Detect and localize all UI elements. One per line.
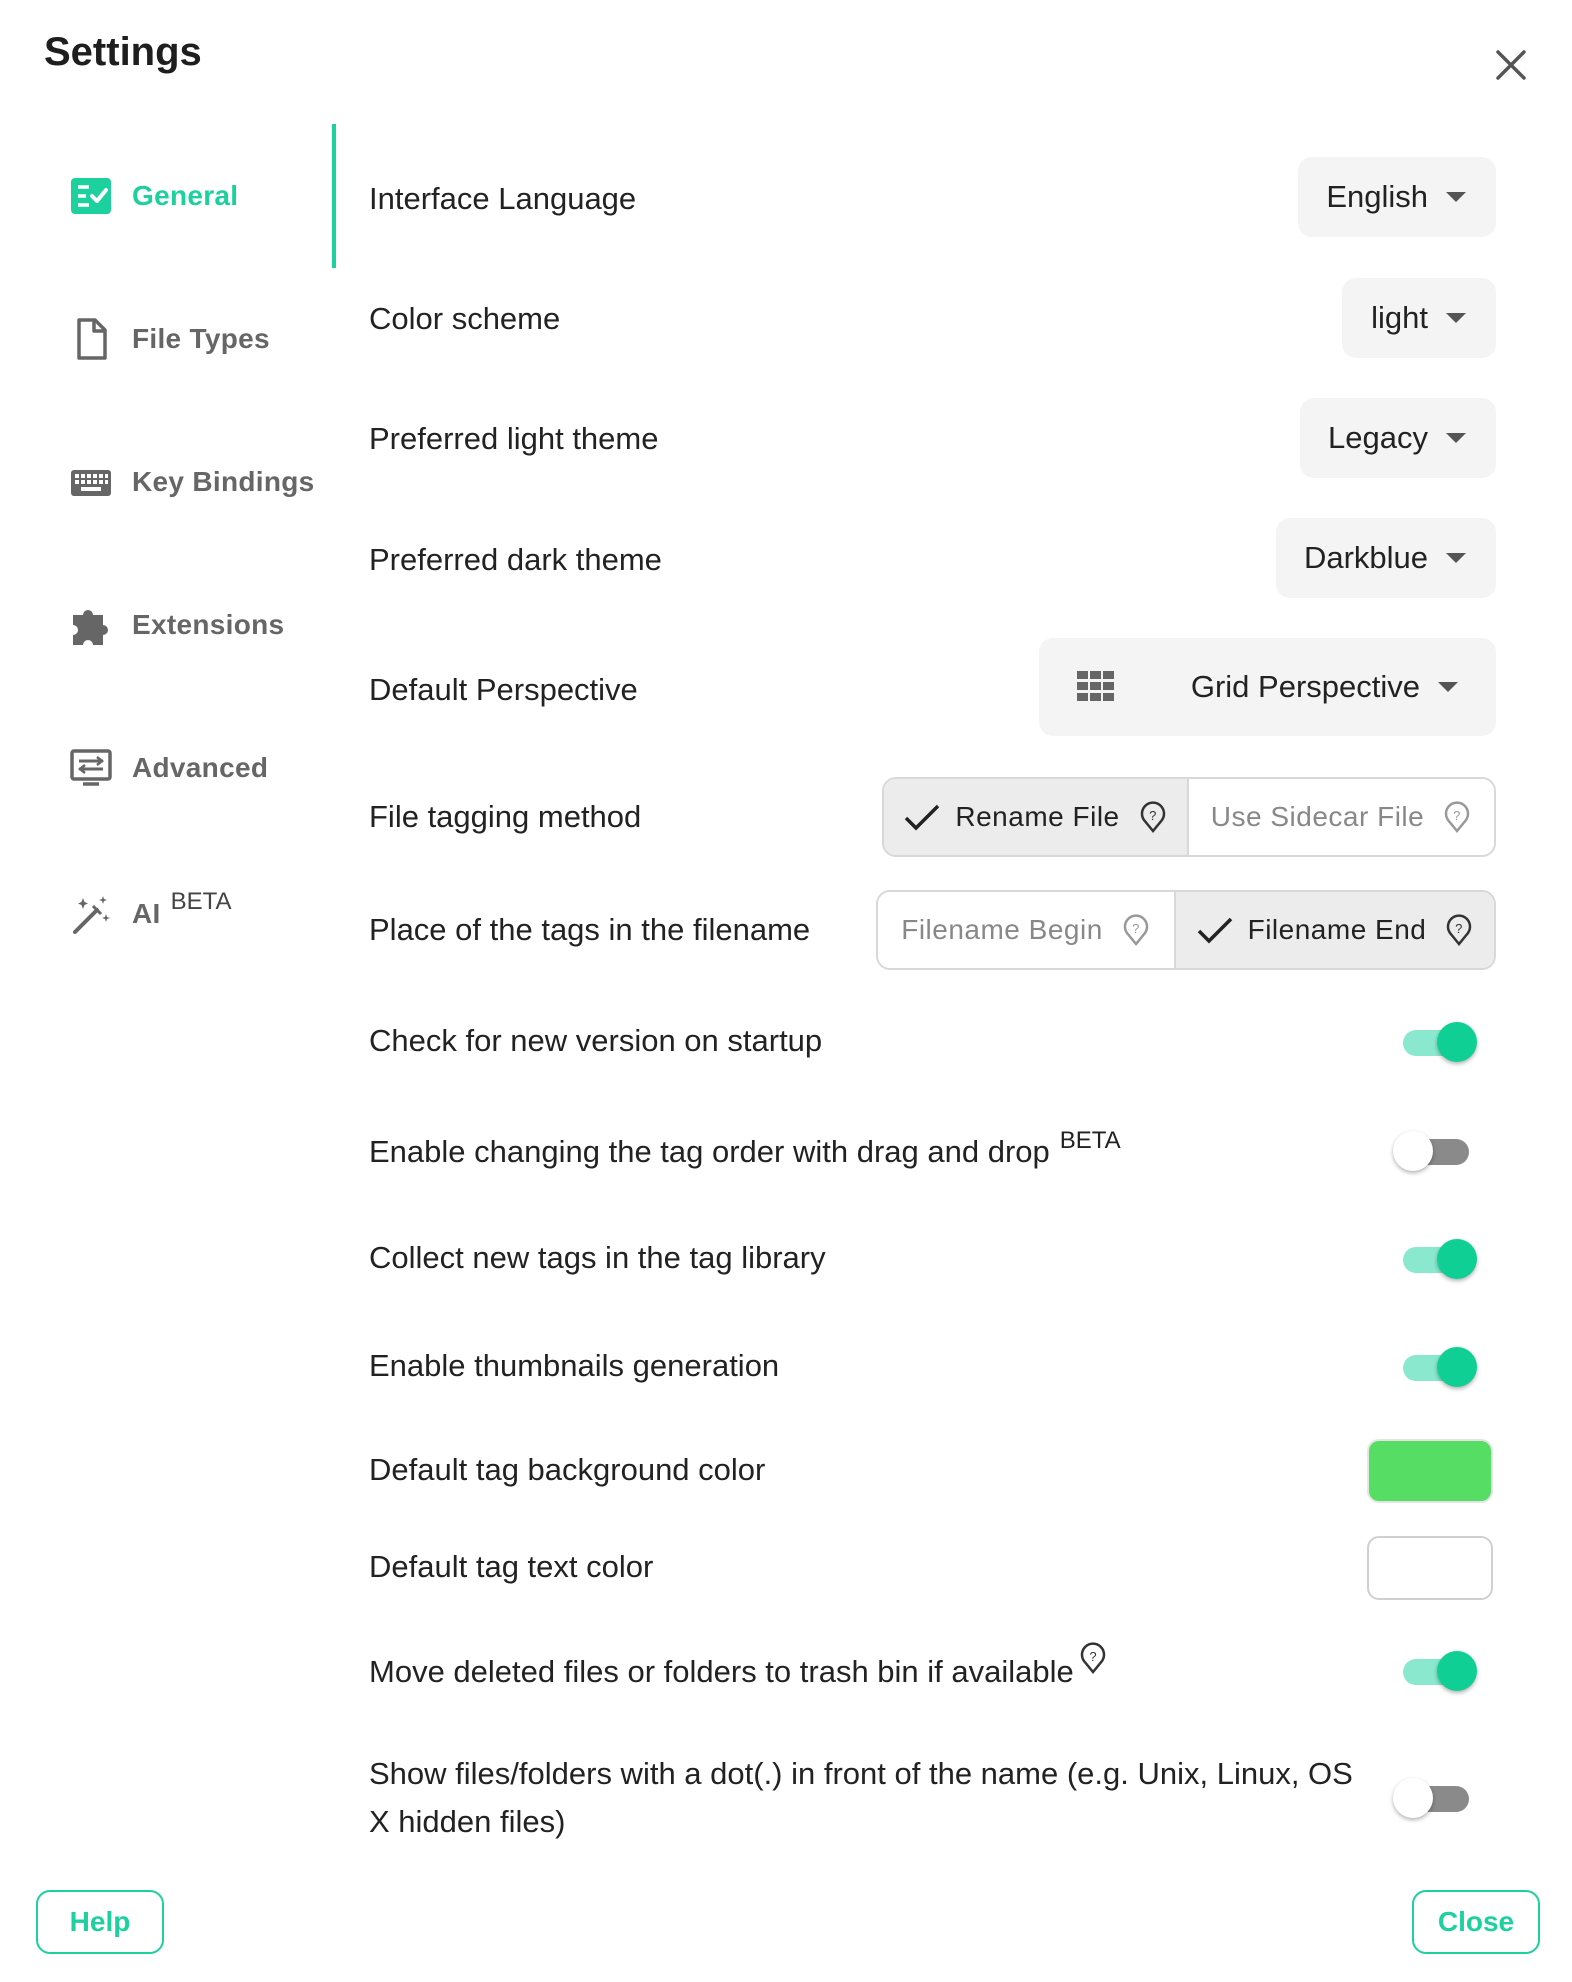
- select-value: light: [1371, 300, 1428, 335]
- thumbnails-label: Enable thumbnails generation: [369, 1348, 780, 1383]
- svg-text:?: ?: [1132, 921, 1140, 936]
- sidebar-item-key-bindings[interactable]: Key Bindings: [68, 452, 315, 512]
- svg-text:?: ?: [1456, 921, 1464, 936]
- thumbnails-switch[interactable]: [1401, 1341, 1477, 1393]
- tag-text-color-label: Default tag text color: [369, 1549, 654, 1584]
- help-pin-icon[interactable]: ?: [1442, 801, 1472, 833]
- close-icon[interactable]: [1486, 40, 1536, 90]
- check-new-version-label: Check for new version on startup: [369, 1023, 823, 1058]
- sidebar-item-extensions[interactable]: Extensions: [68, 595, 284, 655]
- switch-thumb: [1393, 1131, 1433, 1171]
- switch-thumb: [1393, 1778, 1433, 1818]
- hidden-files-label: Show files/folders with a dot(.) in fron…: [369, 1756, 1353, 1839]
- sidebar-item-ai[interactable]: AI BETA: [68, 884, 232, 944]
- trash-bin-label: Move deleted files or folders to trash b…: [369, 1642, 1108, 1696]
- use-sidecar-file-option[interactable]: Use Sidecar File ?: [1189, 779, 1494, 855]
- chevron-down-icon: [1438, 682, 1458, 692]
- drag-drop-tag-order-switch[interactable]: [1393, 1125, 1473, 1177]
- sidebar-item-label: File Types: [132, 323, 270, 354]
- switch-thumb: [1437, 1347, 1477, 1387]
- option-label: Use Sidecar File: [1210, 801, 1425, 832]
- chevron-down-icon: [1446, 313, 1466, 323]
- advanced-settings-icon: [68, 745, 114, 791]
- dialog-title: Settings: [44, 30, 202, 74]
- close-button[interactable]: Close: [1412, 1890, 1540, 1954]
- tag-bg-color-swatch[interactable]: [1367, 1439, 1493, 1503]
- sidebar-item-label: Advanced: [132, 752, 269, 783]
- default-perspective-label: Default Perspective: [369, 672, 638, 707]
- select-value: Darkblue: [1303, 540, 1428, 575]
- sidebar-item-label: General: [132, 180, 239, 211]
- beta-badge: BETA: [170, 888, 232, 915]
- color-scheme-select[interactable]: light: [1342, 278, 1496, 358]
- puzzle-icon: [68, 602, 114, 648]
- general-checklist-icon: [68, 173, 114, 219]
- light-theme-label: Preferred light theme: [369, 421, 659, 456]
- tag-bg-color-label: Default tag background color: [369, 1452, 766, 1487]
- svg-text:?: ?: [1089, 1649, 1096, 1664]
- magic-wand-icon: [68, 891, 114, 937]
- collect-new-tags-label: Collect new tags in the tag library: [369, 1240, 826, 1275]
- check-new-version-switch[interactable]: [1401, 1016, 1477, 1068]
- default-perspective-select[interactable]: Grid Perspective: [1039, 638, 1496, 736]
- option-label: Rename File: [955, 801, 1120, 832]
- chevron-down-icon: [1446, 433, 1466, 443]
- tagging-method-toggle: Rename File ? Use Sidecar File ?: [882, 777, 1496, 857]
- sidebar-item-general[interactable]: General: [68, 166, 238, 226]
- chevron-down-icon: [1446, 553, 1466, 563]
- switch-thumb: [1437, 1239, 1477, 1279]
- help-button[interactable]: Help: [36, 1890, 164, 1954]
- sidebar-item-label: AI: [132, 898, 161, 929]
- beta-badge: BETA: [1059, 1127, 1121, 1154]
- tag-placement-toggle: Filename Begin ? Filename End ?: [876, 890, 1496, 970]
- chevron-down-icon: [1446, 192, 1466, 202]
- keyboard-icon: [68, 459, 114, 505]
- tagging-method-label: File tagging method: [369, 799, 642, 834]
- dark-theme-select[interactable]: Darkblue: [1276, 518, 1496, 598]
- dark-theme-label: Preferred dark theme: [369, 542, 662, 577]
- label-text: Move deleted files or folders to trash b…: [369, 1654, 1074, 1689]
- sidebar-item-label: Key Bindings: [132, 466, 315, 497]
- filename-begin-option[interactable]: Filename Begin ?: [878, 892, 1174, 968]
- select-value: Grid Perspective: [1190, 669, 1420, 704]
- tag-placement-label: Place of the tags in the filename: [369, 912, 811, 947]
- light-theme-select[interactable]: Legacy: [1300, 398, 1496, 478]
- tag-text-color-swatch[interactable]: [1367, 1536, 1493, 1600]
- sidebar-item-label: Extensions: [132, 609, 285, 640]
- svg-text:?: ?: [1453, 808, 1461, 823]
- help-pin-icon[interactable]: ?: [1138, 801, 1168, 833]
- select-value: English: [1326, 179, 1428, 214]
- help-pin-icon[interactable]: ?: [1078, 1642, 1108, 1674]
- color-scheme-label: Color scheme: [369, 301, 561, 336]
- option-label: Filename End: [1247, 914, 1427, 945]
- select-value: Legacy: [1328, 420, 1428, 455]
- switch-thumb: [1437, 1022, 1477, 1062]
- check-icon: [1197, 917, 1232, 944]
- help-pin-icon[interactable]: ?: [1444, 914, 1474, 946]
- file-icon: [68, 316, 114, 362]
- trash-bin-switch[interactable]: [1401, 1645, 1477, 1697]
- help-pin-icon[interactable]: ?: [1121, 914, 1151, 946]
- filename-end-option[interactable]: Filename End ?: [1176, 892, 1494, 968]
- label-text: Enable changing the tag order with drag …: [369, 1134, 1050, 1169]
- interface-language-label: Interface Language: [369, 181, 637, 216]
- drag-drop-tag-order-label: Enable changing the tag order with drag …: [369, 1127, 1121, 1179]
- active-tab-indicator: [332, 124, 336, 268]
- check-icon: [905, 804, 940, 831]
- interface-language-select[interactable]: English: [1298, 157, 1496, 237]
- option-label: Filename Begin: [901, 914, 1103, 945]
- switch-thumb: [1437, 1651, 1477, 1691]
- sidebar-item-advanced[interactable]: Advanced: [68, 738, 268, 798]
- hidden-files-switch[interactable]: [1393, 1772, 1473, 1824]
- sidebar-item-file-types[interactable]: File Types: [68, 309, 270, 369]
- collect-new-tags-switch[interactable]: [1401, 1233, 1477, 1285]
- svg-text:?: ?: [1149, 808, 1157, 823]
- grid-icon: [1077, 671, 1115, 706]
- rename-file-option[interactable]: Rename File ?: [884, 779, 1187, 855]
